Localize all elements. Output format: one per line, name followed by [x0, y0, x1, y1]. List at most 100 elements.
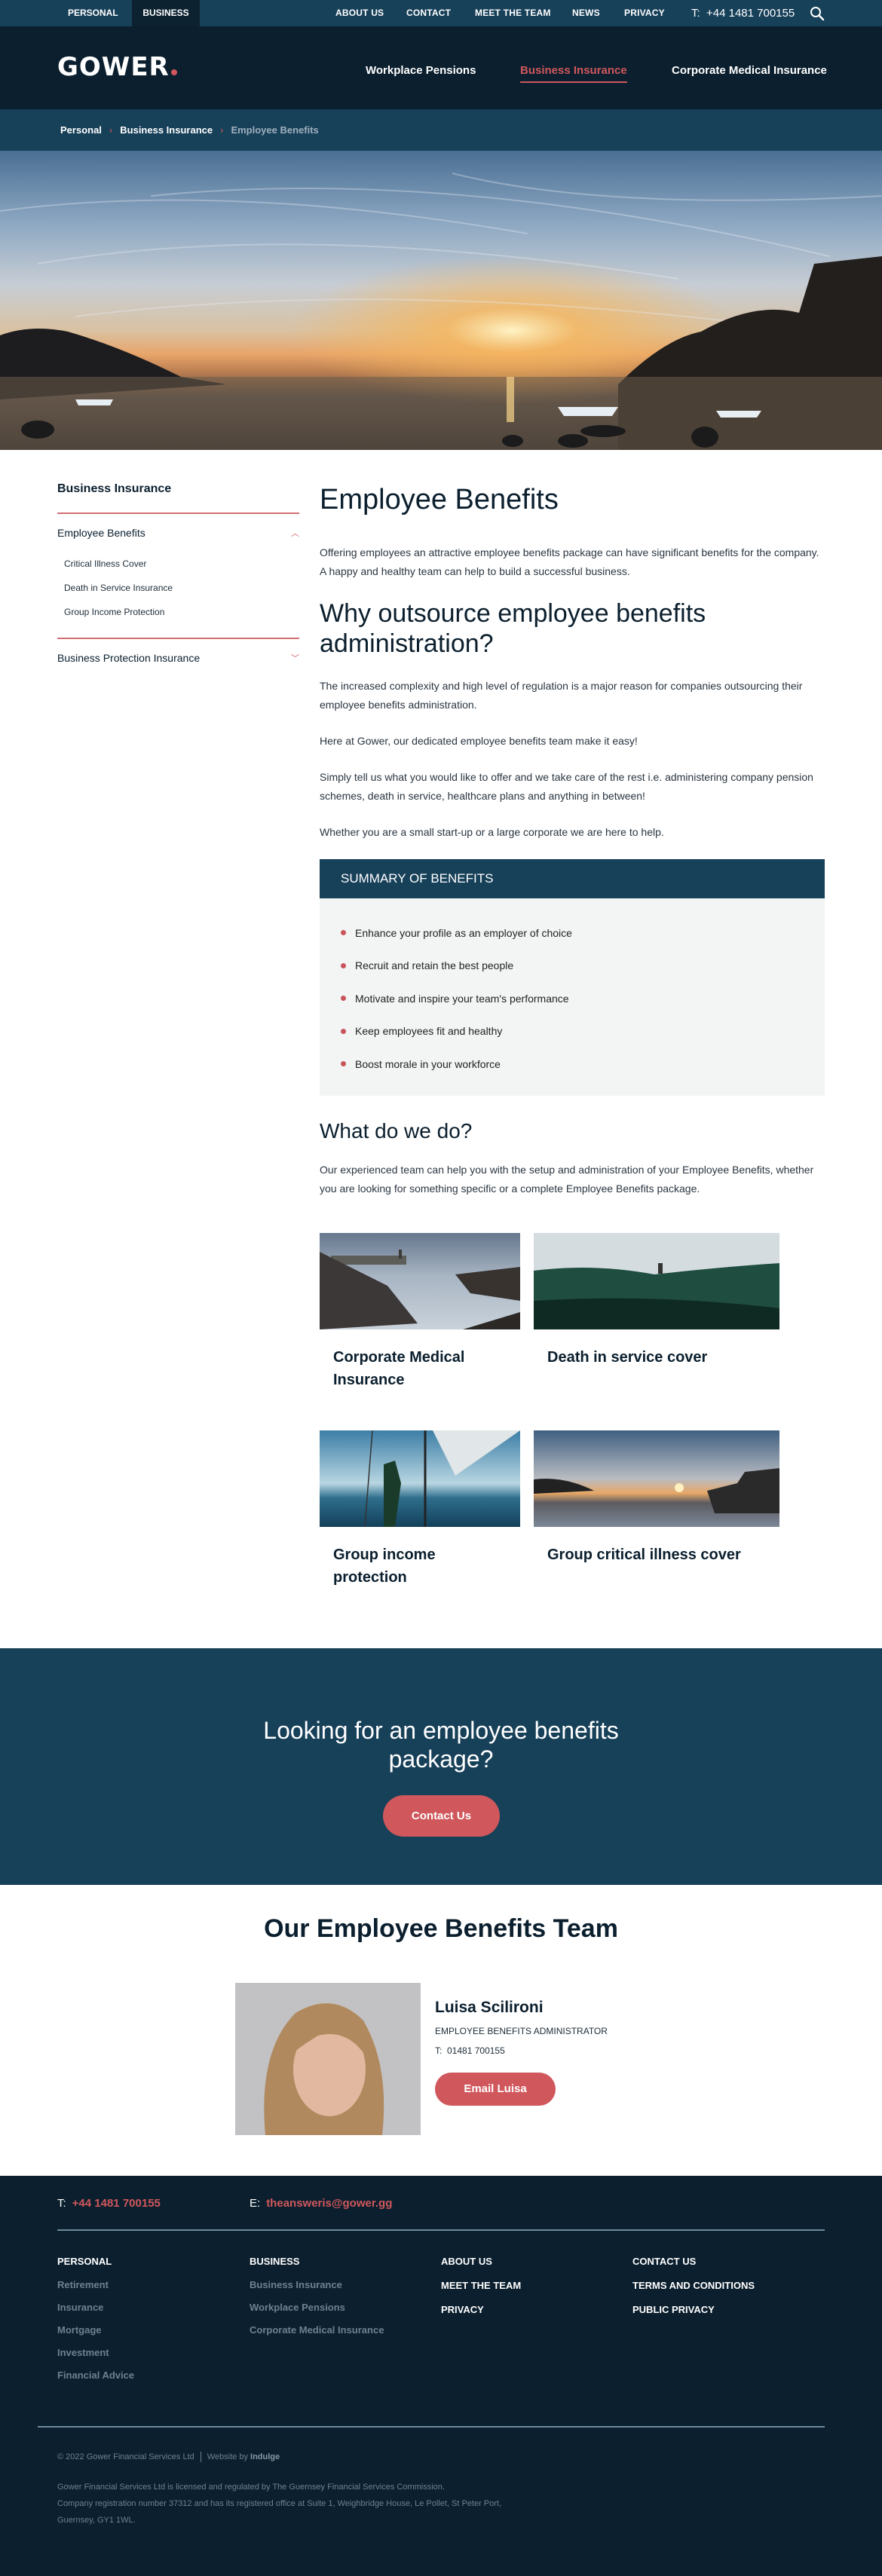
list-item-text: Recruit and retain the best people	[355, 959, 514, 972]
team-member-phone-number[interactable]: 01481 700155	[447, 2045, 505, 2056]
logo-dot-icon	[170, 69, 177, 75]
breadcrumb-separator-icon: ›	[109, 124, 113, 136]
footer-col-about: ABOUT US MEET THE TEAM PRIVACY	[441, 2256, 521, 2328]
footer-col-personal: PERSONAL Retirement Insurance Mortgage I…	[57, 2256, 134, 2392]
sidebar-item-label: Employee Benefits	[57, 527, 145, 539]
footer-col-business: BUSINESS Business Insurance Workplace Pe…	[250, 2256, 384, 2347]
chevron-up-icon[interactable]: ︿	[291, 527, 299, 539]
footer-link-contact-us[interactable]: CONTACT US	[632, 2256, 755, 2280]
list-item-text: Boost morale in your workforce	[355, 1057, 501, 1070]
breadcrumb-business-insurance[interactable]: Business Insurance	[120, 124, 213, 136]
bullet-icon	[341, 930, 346, 936]
legal-line: Company registration number 37312 and ha…	[57, 2499, 502, 2508]
chevron-down-icon[interactable]: ﹀	[291, 652, 299, 664]
list-item-text: Motivate and inspire your team's perform…	[355, 992, 569, 1005]
footer-divider	[57, 2229, 825, 2231]
page-title: Employee Benefits	[320, 484, 559, 516]
email-team-member-button[interactable]: Email Luisa	[435, 2073, 556, 2106]
footer-phone: T: +44 1481 700155	[57, 2197, 161, 2210]
why-paragraph: Here at Gower, our dedicated employee be…	[320, 735, 638, 747]
sidebar-item-employee-benefits[interactable]: Employee Benefits ︿	[57, 514, 299, 552]
card-group-critical-illness-cover[interactable]: Group critical illness cover	[534, 1430, 779, 1610]
footer-phone-link[interactable]: +44 1481 700155	[72, 2197, 161, 2210]
card-group-income-protection[interactable]: Group income protection	[320, 1430, 520, 1610]
footer-link-about-us[interactable]: ABOUT US	[441, 2256, 521, 2280]
top-link-meet-the-team[interactable]: MEET THE TEAM	[475, 0, 551, 26]
why-paragraph: Simply tell us what you would like to of…	[320, 771, 813, 802]
footer-link-meet-the-team[interactable]: MEET THE TEAM	[441, 2280, 521, 2304]
legal-line: Guernsey, GY1 1WL.	[57, 2516, 136, 2525]
card-title: Corporate Medical Insurance	[333, 1348, 465, 1388]
team-member-phone: T: 01481 700155	[435, 2045, 505, 2056]
contact-us-button[interactable]: Contact Us	[383, 1795, 500, 1837]
team-member-role: EMPLOYEE BENEFITS ADMINISTRATOR	[435, 2026, 608, 2036]
website-by-link[interactable]: Indulge	[250, 2452, 280, 2461]
sidebar-item-business-protection[interactable]: Business Protection Insurance ﹀	[57, 639, 299, 677]
top-link-privacy[interactable]: PRIVACY	[624, 0, 665, 26]
top-link-news[interactable]: NEWS	[572, 0, 600, 26]
summary-heading: SUMMARY OF BENEFITS	[320, 859, 825, 898]
top-link-contact[interactable]: CONTACT	[406, 0, 451, 26]
logo-text: GOWER	[57, 52, 170, 82]
service-cards: Corporate Medical Insurance Death in ser…	[320, 1232, 825, 1628]
summary-of-benefits-box: SUMMARY OF BENEFITS Enhance your profile…	[320, 859, 825, 1096]
sidebar-subitem-critical-illness-cover[interactable]: Critical Illness Cover	[57, 552, 299, 576]
top-phone-link[interactable]: +44 1481 700155	[706, 0, 795, 26]
intro-paragraph: Offering employees an attractive employe…	[320, 546, 819, 577]
footer-link-terms[interactable]: TERMS AND CONDITIONS	[632, 2280, 755, 2304]
card-death-in-service-cover[interactable]: Death in service cover	[534, 1232, 779, 1412]
harbour-sunset-photo	[534, 1430, 779, 1527]
bullet-icon	[341, 1028, 346, 1034]
team-heading: Our Employee Benefits Team	[264, 1914, 618, 1943]
top-link-about-us[interactable]: ABOUT US	[335, 0, 384, 26]
lighthouse-rocks-photo	[320, 1232, 520, 1329]
breadcrumb-personal[interactable]: Personal	[60, 124, 102, 136]
main-content: Employee Benefits Offering employees an …	[320, 482, 825, 1628]
list-item: Motivate and inspire your team's perform…	[341, 982, 804, 1015]
bullet-icon	[341, 996, 346, 1002]
segment-business[interactable]: BUSINESS	[132, 0, 200, 26]
footer: T: +44 1481 700155 E: theansweris@gower.gg…	[0, 2176, 882, 2576]
footer-link[interactable]: Financial Advice	[57, 2369, 134, 2392]
sidebar-title: Business Insurance	[57, 482, 172, 495]
footer-link-privacy[interactable]: PRIVACY	[441, 2304, 521, 2328]
footer-link[interactable]: Insurance	[57, 2302, 134, 2324]
list-item: Boost morale in your workforce	[341, 1048, 804, 1081]
footer-link[interactable]: Retirement	[57, 2279, 134, 2302]
footer-link[interactable]: Mortgage	[57, 2324, 134, 2347]
sidebar-divider	[57, 512, 299, 514]
breadcrumb-separator-icon: ›	[220, 124, 224, 136]
breadcrumb-current: Employee Benefits	[231, 124, 319, 136]
phone-label: T:	[435, 2045, 443, 2056]
bullet-icon	[341, 1061, 346, 1067]
cta-heading: Looking for an employee benefits package…	[263, 1717, 619, 1773]
sidebar-divider	[57, 638, 299, 639]
nav-business-insurance[interactable]: Business Insurance	[520, 64, 627, 83]
footer-link-public-privacy[interactable]: PUBLIC PRIVACY	[632, 2304, 755, 2328]
main-header: GOWER Workplace Pensions Business Insura…	[0, 26, 882, 109]
card-title: Death in service cover	[547, 1348, 708, 1366]
surfer-wave-photo	[534, 1232, 779, 1329]
team-member-photo	[235, 1983, 421, 2135]
nav-corporate-medical-insurance[interactable]: Corporate Medical Insurance	[672, 64, 827, 77]
card-corporate-medical-insurance[interactable]: Corporate Medical Insurance	[320, 1232, 520, 1412]
card-title: Group critical illness cover	[547, 1546, 741, 1563]
footer-email-link[interactable]: theansweris@gower.gg	[266, 2197, 392, 2210]
legal-notice: Gower Financial Services Ltd is licensed…	[57, 2479, 660, 2529]
nav-workplace-pensions[interactable]: Workplace Pensions	[366, 64, 476, 77]
gower-logo[interactable]: GOWER	[57, 52, 177, 82]
footer-heading: PERSONAL	[57, 2256, 112, 2267]
list-item: Keep employees fit and healthy	[341, 1015, 804, 1048]
footer-link[interactable]: Business Insurance	[250, 2279, 384, 2302]
footer-link[interactable]: Workplace Pensions	[250, 2302, 384, 2324]
bullet-icon	[341, 962, 346, 968]
search-icon[interactable]	[809, 5, 825, 22]
footer-link[interactable]: Investment	[57, 2347, 134, 2369]
phone-label: T:	[691, 7, 700, 20]
footer-link[interactable]: Corporate Medical Insurance	[250, 2324, 384, 2347]
sidebar-item-label: Business Protection Insurance	[57, 652, 201, 664]
sidebar-subitem-death-in-service[interactable]: Death in Service Insurance	[57, 576, 299, 600]
summary-list: Enhance your profile as an employer of c…	[320, 898, 825, 1096]
segment-personal[interactable]: PERSONAL	[57, 0, 129, 26]
sidebar-subitem-group-income-protection[interactable]: Group Income Protection	[57, 600, 299, 624]
